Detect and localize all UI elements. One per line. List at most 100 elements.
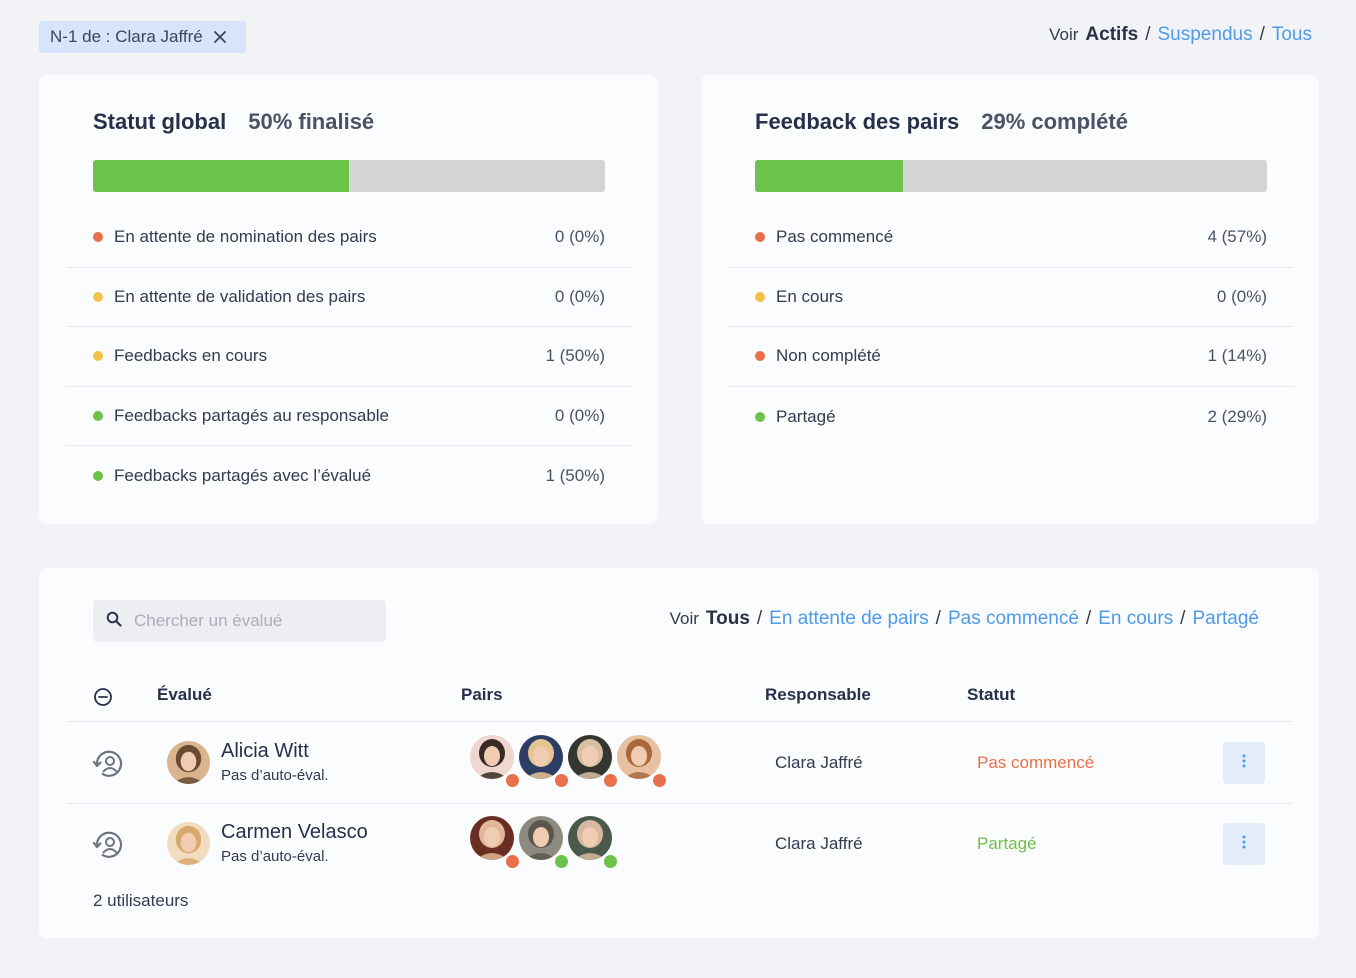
peers-cell bbox=[470, 735, 668, 789]
status-row: Feedbacks partagés au responsable 0 (0%) bbox=[66, 387, 632, 447]
column-header-responsable[interactable]: Responsable bbox=[765, 685, 871, 705]
separator: / bbox=[935, 608, 941, 629]
self-eval-icon bbox=[92, 747, 126, 786]
status-dot bbox=[93, 291, 103, 302]
avatar bbox=[167, 822, 210, 865]
status-count: 2 (29%) bbox=[1207, 406, 1267, 426]
peer-feedback-title: Feedback des pairs 29% complété bbox=[755, 109, 1128, 135]
more-actions-button[interactable] bbox=[1223, 742, 1265, 784]
status-label: Feedbacks partagés au responsable bbox=[114, 406, 390, 426]
status-row: En cours 0 (0%) bbox=[728, 268, 1294, 328]
view-prefix: Voir bbox=[669, 609, 699, 628]
view-filter-tous[interactable]: Tous bbox=[1272, 24, 1312, 46]
more-vertical-icon bbox=[1242, 835, 1246, 854]
global-status-title: Statut global 50% finalisé bbox=[93, 109, 374, 135]
peer-avatar[interactable] bbox=[519, 816, 570, 870]
filter-chip-label: N-1 de : Clara Jaffré bbox=[50, 27, 203, 46]
view-filter-en-cours[interactable]: En cours bbox=[1098, 608, 1173, 630]
status-row: Pas commencé 4 (57%) bbox=[728, 208, 1294, 268]
status-dot bbox=[755, 232, 765, 243]
table-row[interactable]: Alicia Witt Pas d’auto-éval. Clara Jaffré P… bbox=[66, 723, 1292, 804]
status-count: 0 (0%) bbox=[554, 286, 605, 306]
self-eval-icon bbox=[92, 828, 126, 867]
view-prefix: Voir bbox=[1049, 25, 1079, 44]
filter-chip[interactable]: N-1 de : Clara Jaffré bbox=[39, 21, 246, 53]
evalue-subtitle: Pas d’auto-éval. bbox=[221, 767, 329, 784]
status-dot bbox=[93, 411, 103, 422]
view-filter-en-attente[interactable]: En attente de pairs bbox=[769, 608, 929, 630]
card-title: Feedback des pairs bbox=[755, 109, 960, 134]
status-dot bbox=[93, 471, 103, 482]
peer-avatar[interactable] bbox=[470, 816, 521, 870]
evalue-subtitle: Pas d’auto-éval. bbox=[221, 848, 329, 865]
status-count: 1 (50%) bbox=[545, 466, 605, 486]
status-label: Feedbacks partagés avec l’évalué bbox=[114, 466, 372, 486]
peer-avatar[interactable] bbox=[617, 735, 668, 789]
status-label: Non complété bbox=[776, 346, 881, 366]
progress-fill bbox=[755, 160, 904, 192]
peer-avatar[interactable] bbox=[470, 735, 521, 789]
peer-status-dot bbox=[651, 772, 668, 789]
status-dot bbox=[93, 232, 103, 243]
separator: / bbox=[1145, 24, 1151, 45]
status-cell: Partagé bbox=[977, 834, 1037, 853]
status-count: 1 (50%) bbox=[545, 346, 605, 366]
card-title: Statut global bbox=[93, 109, 227, 134]
search-input[interactable] bbox=[134, 611, 374, 631]
status-count: 1 (14%) bbox=[1207, 346, 1267, 366]
view-filter-partage[interactable]: Partagé bbox=[1192, 608, 1259, 630]
view-active-filter[interactable]: Tous bbox=[706, 608, 750, 630]
table-header: Évalué Pairs Responsable Statut bbox=[66, 672, 1292, 722]
evaluees-table-card: Voir Tous / En attente de pairs / Pas co… bbox=[39, 568, 1319, 938]
separator: / bbox=[1085, 608, 1092, 629]
peer-feedback-list: Pas commencé 4 (57%) En cours 0 (0%) Non com… bbox=[728, 208, 1294, 446]
view-filter-suspendus[interactable]: Suspendus bbox=[1158, 24, 1253, 46]
close-icon[interactable] bbox=[213, 30, 227, 44]
status-count: 0 (0%) bbox=[554, 227, 605, 247]
status-row: Feedbacks partagés avec l’évalué 1 (50%) bbox=[66, 446, 632, 506]
card-progress-text: 29% complété bbox=[981, 109, 1128, 134]
evalue-cell: Alicia Witt Pas d’auto-éval. bbox=[221, 740, 329, 784]
separator: / bbox=[1259, 24, 1265, 45]
status-label: Partagé bbox=[776, 406, 836, 426]
global-progress-bar bbox=[93, 160, 605, 192]
column-header-pairs[interactable]: Pairs bbox=[461, 685, 503, 705]
peer-feedback-card: Feedback des pairs 29% complété Pas comm… bbox=[701, 75, 1319, 524]
status-row: Non complété 1 (14%) bbox=[728, 327, 1294, 387]
table-row[interactable]: Carmen Velasco Pas d’auto-éval. Clara Jaff… bbox=[66, 804, 1292, 885]
status-label: En attente de nomination des pairs bbox=[114, 227, 377, 247]
status-dot bbox=[755, 411, 765, 422]
status-row: En attente de validation des pairs 0 (0%) bbox=[66, 268, 632, 328]
status-filter-top: Voir Actifs / Suspendus / Tous bbox=[1049, 24, 1312, 46]
separator: / bbox=[756, 608, 763, 629]
peer-avatar[interactable] bbox=[519, 735, 570, 789]
peer-status-dot bbox=[602, 853, 619, 870]
status-row: Partagé 2 (29%) bbox=[728, 387, 1294, 447]
column-header-evalue[interactable]: Évalué bbox=[157, 685, 212, 705]
status-count: 0 (0%) bbox=[1216, 286, 1267, 306]
status-label: Pas commencé bbox=[776, 227, 894, 247]
deselect-all-icon[interactable] bbox=[93, 687, 113, 712]
evalue-name[interactable]: Alicia Witt bbox=[221, 740, 329, 763]
responsable-cell: Clara Jaffré bbox=[775, 753, 863, 772]
status-dot bbox=[755, 291, 765, 302]
column-header-statut[interactable]: Statut bbox=[967, 685, 1015, 705]
status-label: En attente de validation des pairs bbox=[114, 286, 366, 306]
progress-fill bbox=[93, 160, 349, 192]
evalue-name[interactable]: Carmen Velasco bbox=[221, 821, 368, 844]
card-progress-text: 50% finalisé bbox=[248, 109, 375, 134]
more-actions-button[interactable] bbox=[1223, 823, 1265, 865]
status-dot bbox=[93, 351, 103, 362]
user-count: 2 utilisateurs bbox=[93, 891, 189, 910]
peer-avatar[interactable] bbox=[568, 816, 619, 870]
avatar bbox=[167, 741, 210, 784]
more-vertical-icon bbox=[1242, 754, 1246, 773]
status-row: En attente de nomination des pairs 0 (0%) bbox=[66, 208, 632, 268]
separator: / bbox=[1180, 608, 1186, 629]
view-filter-pas-commence[interactable]: Pas commencé bbox=[948, 608, 1079, 630]
view-active-filter[interactable]: Actifs bbox=[1085, 24, 1138, 46]
search-box[interactable] bbox=[93, 600, 386, 642]
peer-avatar[interactable] bbox=[568, 735, 619, 789]
status-label: En cours bbox=[776, 286, 844, 306]
table-body: Alicia Witt Pas d’auto-éval. Clara Jaffré P… bbox=[66, 723, 1292, 885]
